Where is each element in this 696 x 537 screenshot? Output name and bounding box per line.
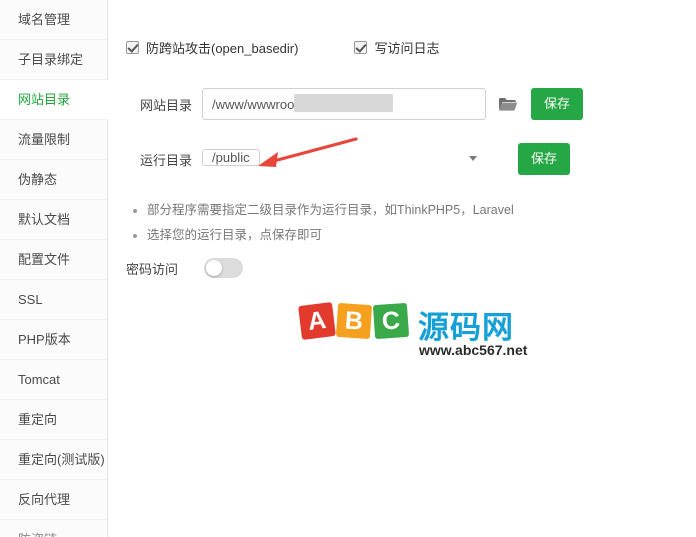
checkbox-row: 防跨站攻击(open_basedir) 写访问日志 xyxy=(126,38,495,57)
sidebar-item-reverse-proxy[interactable]: 反向代理 xyxy=(0,480,107,520)
sidebar-item-site-dir[interactable]: 网站目录 xyxy=(0,80,108,120)
sidebar-item-anti-leech[interactable]: 防盗链 xyxy=(0,520,107,537)
password-access-label: 密码访问 xyxy=(126,261,179,277)
save-site-directory-button[interactable]: 保存 xyxy=(531,88,584,120)
watermark-logo: A B C 源码网 www.abc567.net xyxy=(298,302,560,366)
run-directory-row: 运行目录 /public 保存 xyxy=(126,143,571,175)
checkbox-label-open-basedir: 防跨站攻击(open_basedir) xyxy=(146,41,299,56)
hint-item: 选择您的运行目录，点保存即可 xyxy=(133,223,653,248)
site-directory-row: 网站目录 保存 xyxy=(126,88,584,120)
checkbox-access-log[interactable]: 写访问日志 xyxy=(354,38,439,57)
save-run-directory-button[interactable]: 保存 xyxy=(518,143,571,175)
sidebar: 域名管理 子目录绑定 网站目录 流量限制 伪静态 默认文档 配置文件 SSL P… xyxy=(0,0,108,537)
sidebar-item-default-doc[interactable]: 默认文档 xyxy=(0,200,107,240)
watermark-letter-b: B xyxy=(335,302,373,340)
run-directory-label: 运行目录 xyxy=(139,152,192,168)
checkbox-icon-open-basedir[interactable] xyxy=(126,41,139,54)
sidebar-item-php-version[interactable]: PHP版本 xyxy=(0,320,107,360)
site-directory-input-wrapper xyxy=(202,88,486,120)
sidebar-item-domain[interactable]: 域名管理 xyxy=(0,0,107,40)
sidebar-item-traffic-limit[interactable]: 流量限制 xyxy=(0,120,107,160)
watermark-url: www.abc567.net xyxy=(419,342,528,358)
watermark-text: 源码网 xyxy=(418,310,514,345)
hint-item: 部分程序需要指定二级目录作为运行目录，如ThinkPHP5，Laravel xyxy=(133,198,653,223)
chevron-down-icon[interactable] xyxy=(469,156,477,161)
checkbox-open-basedir[interactable]: 防跨站攻击(open_basedir) xyxy=(126,38,298,57)
checkbox-label-access-log: 写访问日志 xyxy=(374,41,440,56)
toggle-knob xyxy=(206,260,223,276)
sidebar-item-redirect[interactable]: 重定向 xyxy=(0,400,107,440)
sidebar-item-subdir-bind[interactable]: 子目录绑定 xyxy=(0,40,107,80)
run-directory-select-wrapper[interactable]: /public xyxy=(202,143,486,175)
folder-icon[interactable] xyxy=(498,96,518,112)
sidebar-item-tomcat[interactable]: Tomcat xyxy=(0,360,107,400)
sidebar-item-config-file[interactable]: 配置文件 xyxy=(0,240,107,280)
hint-list: 部分程序需要指定二级目录作为运行目录，如ThinkPHP5，Laravel 选择… xyxy=(133,198,653,248)
sidebar-item-ssl[interactable]: SSL xyxy=(0,280,107,320)
sidebar-item-redirect-beta[interactable]: 重定向(测试版) xyxy=(0,440,107,480)
sidebar-item-rewrite[interactable]: 伪静态 xyxy=(0,160,107,200)
password-access-toggle[interactable] xyxy=(204,258,244,278)
site-directory-label: 网站目录 xyxy=(139,97,192,113)
watermark-letter-blocks: A B C xyxy=(298,302,411,340)
main-panel: 防跨站攻击(open_basedir) 写访问日志 网站目录 保存 xyxy=(109,0,696,537)
password-access-row: 密码访问 xyxy=(126,258,244,278)
run-directory-select-value[interactable]: /public xyxy=(202,149,260,166)
watermark-letter-a: A xyxy=(298,302,336,340)
redacted-path-overlay xyxy=(294,94,393,112)
watermark-letter-c: C xyxy=(372,302,410,340)
checkbox-icon-access-log[interactable] xyxy=(354,41,368,54)
app-root: 域名管理 子目录绑定 网站目录 流量限制 伪静态 默认文档 配置文件 SSL P… xyxy=(0,0,696,537)
